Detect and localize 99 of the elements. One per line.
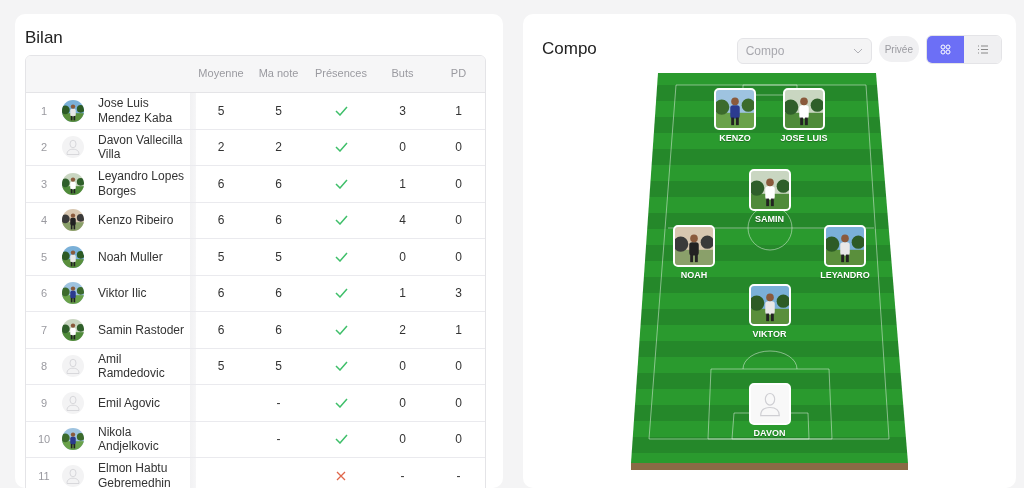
column-header[interactable]: Ma note: [258, 67, 299, 81]
table-cell: 0: [455, 249, 462, 264]
compo-select[interactable]: Compo: [736, 38, 872, 64]
table-cell: 1: [455, 103, 462, 118]
table-cell: 5: [217, 359, 225, 374]
table-cell: 0: [455, 359, 462, 374]
column-header[interactable]: Présences: [315, 67, 367, 81]
check-icon: [334, 105, 348, 116]
cross-icon: [336, 470, 346, 481]
player-label: JOSE LUIS: [780, 133, 828, 143]
table-cell: 0: [399, 140, 406, 155]
check-icon: [334, 142, 348, 153]
rank-number: 2: [39, 141, 49, 154]
table-cell: 6: [275, 176, 282, 191]
table-cell: 6: [217, 286, 225, 301]
table-cell: 6: [217, 322, 225, 337]
rank-number: 9: [39, 396, 49, 409]
player-card[interactable]: [748, 169, 791, 211]
table-cell: -: [400, 468, 405, 483]
player-name: Jose Luis Mendez Kaba: [98, 96, 174, 126]
player-name: Samin Rastoder: [98, 322, 186, 337]
table-cell: 0: [399, 359, 406, 374]
table-cell: 5: [217, 249, 225, 264]
table-cell: 6: [275, 286, 282, 301]
player-card[interactable]: [783, 88, 825, 130]
table-cell: 2: [217, 140, 225, 155]
column-header[interactable]: Buts: [391, 67, 414, 81]
column-header[interactable]: Moyenne: [198, 67, 244, 81]
table-cell: 1: [399, 176, 406, 191]
table-cell: 0: [455, 213, 462, 228]
table-cell: -: [456, 468, 461, 483]
table-cell: 5: [217, 103, 225, 118]
check-icon: [334, 178, 348, 189]
check-icon: [334, 288, 348, 299]
table-cell: 6: [275, 213, 282, 228]
player-name: Emil Agovic: [98, 395, 162, 410]
check-icon: [334, 215, 348, 226]
player-label: KENZO: [719, 133, 751, 143]
player-card[interactable]: [714, 88, 756, 130]
rank-number: 5: [39, 250, 49, 263]
table-cell: 1: [455, 322, 462, 337]
chevron-down-icon: [852, 48, 863, 54]
check-icon: [334, 361, 348, 372]
table-cell: 6: [217, 213, 225, 228]
table-cell: 0: [399, 432, 406, 447]
check-icon: [334, 251, 348, 262]
player-card[interactable]: [748, 284, 791, 326]
rank-number: 4: [39, 214, 49, 227]
table-cell: 2: [399, 322, 406, 337]
player-name: Nikola Andjelkovic: [98, 424, 160, 454]
list-icon: [977, 44, 988, 54]
player-card[interactable]: [673, 225, 715, 267]
player-name: Davon Vallecilla Villa: [98, 132, 184, 162]
grid-icon: [940, 43, 951, 55]
table-cell: 4: [399, 213, 406, 228]
player-name: Kenzo Ribeiro: [98, 213, 175, 228]
table-cell: 0: [399, 249, 406, 264]
rank-number: 7: [39, 323, 49, 336]
player-name: Elmon Habtu Gebremedhin: [98, 461, 172, 488]
table-cell: 5: [275, 103, 282, 118]
table-cell: 3: [455, 286, 462, 301]
rank-number: 6: [39, 287, 49, 300]
section-title: Bilan: [25, 28, 64, 48]
check-icon: [334, 397, 348, 408]
table-cell: 5: [275, 249, 282, 264]
table-cell: -: [276, 432, 281, 447]
table-cell: 2: [275, 140, 282, 155]
table-cell: 0: [455, 176, 462, 191]
table-cell: 1: [399, 286, 406, 301]
check-icon: [334, 324, 348, 335]
grid-view-button[interactable]: [927, 35, 964, 63]
player-name: Viktor Ilic: [98, 286, 148, 301]
player-name: Noah Muller: [98, 249, 164, 264]
table-cell: -: [276, 395, 281, 410]
section-title: Compo: [542, 39, 597, 59]
table-cell: 6: [217, 176, 225, 191]
player-label: DAVON: [753, 428, 786, 438]
table-cell: 0: [455, 432, 462, 447]
player-name: Leyandro Lopes Borges: [98, 169, 186, 199]
rank-number: 1: [39, 104, 49, 117]
table-cell: 0: [455, 395, 462, 410]
privacy-button[interactable]: Privée: [878, 36, 919, 62]
table-cell: 6: [275, 322, 282, 337]
player-label: VIKTOR: [752, 329, 787, 339]
table-cell: 0: [399, 395, 406, 410]
table-cell: 3: [399, 103, 406, 118]
table-cell: 5: [275, 359, 282, 374]
player-label: LEYANDRO: [820, 270, 870, 280]
player-label: NOAH: [680, 270, 708, 280]
rank-number: 11: [37, 469, 51, 482]
check-icon: [334, 434, 348, 445]
player-card[interactable]: [824, 225, 866, 267]
rank-number: 10: [36, 433, 52, 446]
player-label: SAMIN: [755, 214, 784, 224]
rank-number: 8: [39, 360, 49, 373]
rank-number: 3: [39, 177, 49, 190]
player-name: Amil Ramdedovic: [98, 351, 166, 381]
table-cell: 0: [455, 140, 462, 155]
column-header[interactable]: PD: [450, 67, 467, 81]
